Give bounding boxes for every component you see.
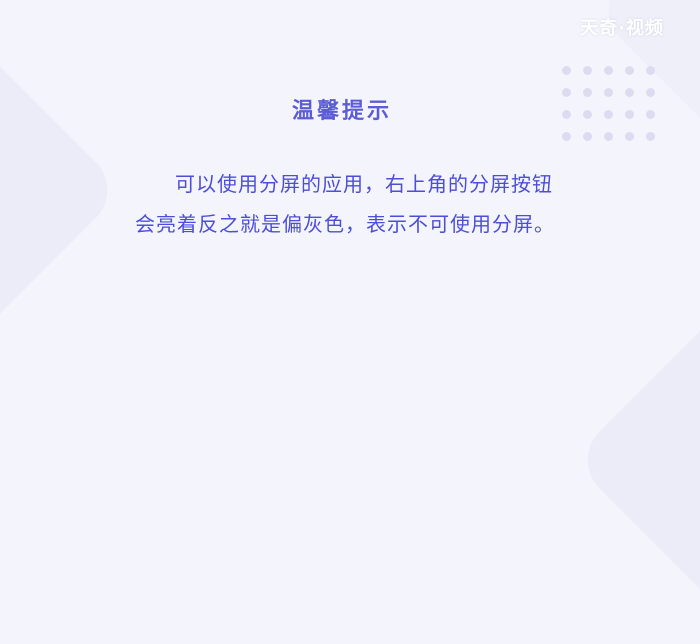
- watermark: 天奇·视频: [580, 18, 664, 39]
- decorative-dot: [604, 110, 613, 119]
- decorative-dot: [625, 110, 634, 119]
- decorative-dot: [604, 132, 613, 141]
- decorative-dot: [646, 132, 655, 141]
- decorative-dot: [625, 66, 634, 75]
- body-line-1: 可以使用分屏的应用，右上角的分屏按钮: [135, 164, 615, 204]
- decorative-dot: [604, 66, 613, 75]
- body-line-2: 会亮着反之就是偏灰色，表示不可使用分屏。: [135, 212, 555, 236]
- page-title: 温馨提示: [292, 99, 393, 124]
- body-text: 可以使用分屏的应用，右上角的分屏按钮 会亮着反之就是偏灰色，表示不可使用分屏。: [135, 164, 615, 244]
- background-shape-left: [0, 6, 124, 374]
- decorative-dot: [625, 132, 634, 141]
- decorative-dot: [646, 110, 655, 119]
- dot-grid: [562, 66, 666, 141]
- decorative-dot: [562, 110, 571, 119]
- background-shape-right-bottom: [571, 276, 700, 644]
- decorative-dot: [646, 66, 655, 75]
- decorative-dot: [562, 88, 571, 97]
- decorative-dot: [583, 88, 592, 97]
- decorative-dot: [625, 88, 634, 97]
- decorative-dot: [562, 66, 571, 75]
- decorative-dot: [562, 132, 571, 141]
- decorative-dot: [646, 88, 655, 97]
- body-line-1-text: 可以使用分屏的应用，右上角的分屏按钮: [175, 172, 553, 196]
- decorative-dot: [604, 88, 613, 97]
- decorative-dot: [583, 66, 592, 75]
- decorative-dot: [583, 110, 592, 119]
- decorative-dot: [583, 132, 592, 141]
